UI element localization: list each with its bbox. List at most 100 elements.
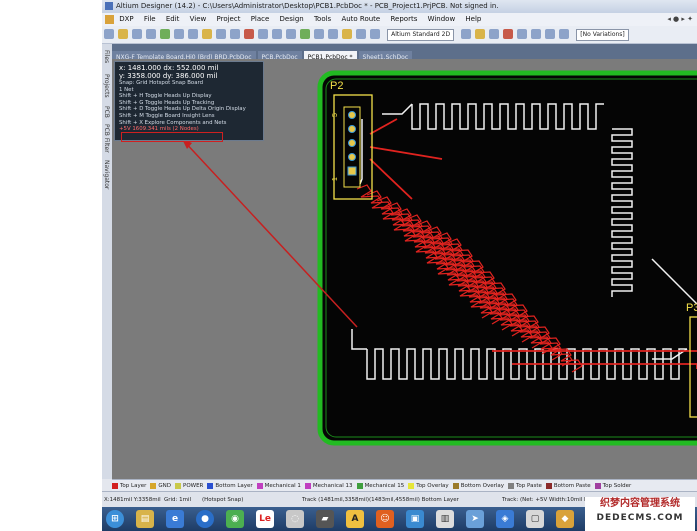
cut-icon[interactable] [202,29,212,39]
status-track: Track (1481mil,3358mil)(1483mil,4558mil)… [302,497,459,503]
explorer-icon[interactable]: ▤ [136,510,154,528]
app-icon-green[interactable]: ◉ [226,510,244,528]
component-icon[interactable] [559,29,570,39]
document-tabs: NXG-F Template Board.Hi0 (Brd) BRD.PcbDo… [112,44,697,64]
layers-icon[interactable] [370,29,380,39]
acrobat-icon[interactable]: A [346,510,364,528]
diff-pair-icon[interactable] [489,29,500,39]
layer-label: Bottom Paste [553,483,591,489]
start-button-icon[interactable]: ⊞ [106,510,124,528]
menu-bar: DXP File Edit View Project Place Design … [102,13,697,26]
menu-design[interactable]: Design [280,13,304,26]
layer-label: Mechanical 15 [364,483,405,489]
panel-tab-files[interactable]: Files [103,50,110,63]
main-toolbar: Altium Standard 2D [No Variations] [102,26,697,44]
hud-shortcut: Shift + D Toggle Heads Up Delta Origin D… [119,106,246,113]
pcb-canvas[interactable]: P2 5 1 P3 x: 1481.000 dx: 552.000 mil y:… [112,59,697,479]
panel-tab-pcb[interactable]: PCB [103,106,110,118]
hud-y-coord: y: 3358.000 dy: 386.000 mil [119,72,218,80]
redo-icon[interactable] [328,29,338,39]
move-icon[interactable] [272,29,282,39]
menu-help[interactable]: Help [465,13,481,26]
qq-icon[interactable]: ☺ [376,510,394,528]
text-icon[interactable] [545,29,556,39]
watermark-cn: 织梦内容管理系统 [600,498,680,509]
layer-label: Top Layer [120,483,147,489]
menu-reports[interactable]: Reports [390,13,417,26]
ruler-icon[interactable] [356,29,366,39]
pad-icon[interactable] [531,29,542,39]
menu-project[interactable]: Project [217,13,241,26]
layer-label: Mechanical 13 [312,483,353,489]
p2-pin5-label: 5 [332,113,339,117]
app-icon-gray[interactable]: ◌ [286,510,304,528]
menu-edit[interactable]: Edit [166,13,180,26]
layer-label: Top Overlay [416,483,449,489]
print-icon[interactable] [146,29,156,39]
hud-x-coord: x: 1481.000 dx: 552.000 mil [119,64,219,72]
status-grid: Grid: 1mil [164,497,192,503]
select-icon[interactable] [258,29,268,39]
status-snap: (Hotspot Snap) [202,497,244,503]
zoom-fit-icon[interactable] [160,29,170,39]
layer-color-swatch [256,482,263,489]
hud-shortcut: Shift + M Toggle Board Insight Lens [119,112,215,119]
app-icon-bird[interactable]: ➤ [466,510,484,528]
p2-pad-4[interactable] [348,125,356,133]
copy-icon[interactable] [216,29,226,39]
layer-label: Top Solder [602,483,632,489]
layer-label: Bottom Overlay [460,483,504,489]
app-icon [105,2,113,10]
arc-icon[interactable] [503,29,514,39]
p2-pad-2[interactable] [348,153,356,161]
save-icon[interactable] [132,29,142,39]
panel-tab-pcb-filter[interactable]: PCB Filter [103,124,110,153]
cross-probe-icon[interactable] [300,29,310,39]
paste-icon[interactable] [230,29,240,39]
deselect-icon[interactable] [286,29,296,39]
altium-window: Altium Designer (14.2) - C:\Users\Admini… [102,0,697,507]
interactive-route-icon[interactable] [475,29,486,39]
panel-tab-projects[interactable]: Projects [103,74,110,98]
p2-pad-5[interactable] [348,111,356,119]
status-track-info: Track: (Net: +5V Width:10mil Len: [502,497,596,503]
p2-pad-1[interactable] [347,166,357,176]
le-app-icon[interactable]: Le [256,510,274,528]
status-coords: X:1481mil Y:3358mil [104,497,161,503]
app-icon-network[interactable]: ◈ [496,510,514,528]
menu-place[interactable]: Place [251,13,270,26]
view-config-select[interactable]: Altium Standard 2D [387,29,455,41]
menu-tools[interactable]: Tools [314,13,331,26]
menu-auto-route[interactable]: Auto Route [341,13,380,26]
app-icon-monitor[interactable]: ▣ [406,510,424,528]
hud-shortcut: Shift + H Toggle Heads Up Display [119,93,212,100]
hud-shortcut: Shift + X Explore Components and Nets [119,119,227,126]
p2-pad-3[interactable] [348,139,356,147]
app-icon-window[interactable]: ▢ [526,510,544,528]
menu-file[interactable]: File [144,13,156,26]
rubber-stamp-icon[interactable] [244,29,254,39]
panel-tab-navigator[interactable]: Navigator [103,160,110,189]
nav-arrows-icon[interactable]: ◂ ● ▸ ✦ [667,13,693,26]
dxp-logo-icon[interactable] [105,14,114,24]
layer-label: POWER [183,483,204,489]
heads-up-display: x: 1481.000 dx: 552.000 mil y: 3358.000 … [114,61,264,142]
app-icon-doc[interactable]: ▥ [436,510,454,528]
zoom-area-icon[interactable] [174,29,184,39]
app-icon-blue[interactable]: ● [196,510,214,528]
altium-taskbar-icon[interactable]: ◆ [556,510,574,528]
menu-dxp[interactable]: DXP [119,13,133,26]
new-icon[interactable] [104,29,114,39]
variations-select[interactable]: [No Variations] [576,29,629,41]
ie-icon[interactable]: e [166,510,184,528]
watermark: 织梦内容管理系统 DEDECMS.COM [585,497,695,531]
menu-view[interactable]: View [190,13,207,26]
app-icon-dark[interactable]: ▰ [316,510,334,528]
undo-icon[interactable] [314,29,324,39]
route-icon[interactable] [461,29,472,39]
open-icon[interactable] [118,29,128,39]
via-icon[interactable] [517,29,528,39]
menu-window[interactable]: Window [428,13,456,26]
pencil-icon[interactable] [342,29,352,39]
zoom-select-icon[interactable] [188,29,198,39]
